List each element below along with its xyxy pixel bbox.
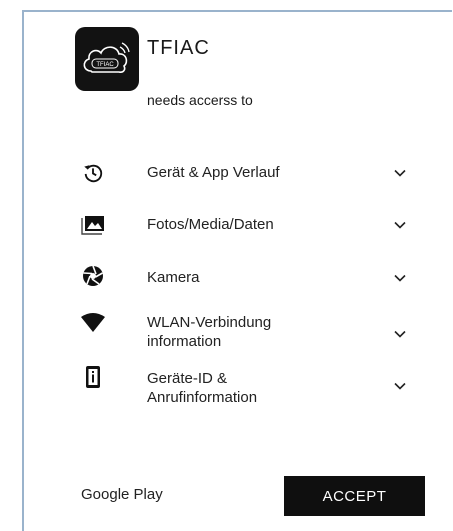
google-play-label: Google Play — [81, 486, 163, 503]
cloud-logo-icon: TFIAC — [83, 42, 130, 73]
svg-text:TFIAC: TFIAC — [96, 62, 114, 68]
permission-label: Gerät & App Verlauf — [147, 164, 280, 181]
app-icon: TFIAC — [75, 27, 139, 91]
chevron-down-icon[interactable] — [392, 165, 408, 181]
device-id-icon — [80, 364, 106, 390]
wifi-icon — [80, 310, 106, 336]
permission-item-device-id-calls[interactable]: Geräte-ID & Anrufinformation — [80, 364, 420, 414]
permission-label: Geräte-ID & Anrufinformation — [147, 370, 258, 406]
history-icon — [80, 160, 106, 186]
chevron-down-icon[interactable] — [392, 270, 408, 286]
chevron-down-icon[interactable] — [392, 378, 408, 394]
permission-item-device-app-history[interactable]: Gerät & App Verlauf — [80, 160, 420, 188]
permission-item-camera[interactable]: Kamera — [80, 263, 420, 291]
permission-label: Kamera — [147, 269, 200, 286]
camera-aperture-icon — [80, 263, 106, 289]
app-name: TFIAC — [147, 37, 210, 59]
permission-item-wlan[interactable]: WLAN-Verbindung information — [80, 310, 420, 354]
chevron-down-icon[interactable] — [392, 217, 408, 233]
permission-intro-text: needs accerss to — [147, 92, 253, 108]
photos-icon — [80, 212, 106, 238]
permission-item-photos-media[interactable]: Fotos/Media/Daten — [80, 212, 420, 240]
accept-button[interactable]: ACCEPT — [284, 476, 425, 516]
permission-label: WLAN-Verbindung information — [147, 314, 272, 350]
chevron-down-icon[interactable] — [392, 326, 408, 342]
permission-label: Fotos/Media/Daten — [147, 216, 274, 233]
